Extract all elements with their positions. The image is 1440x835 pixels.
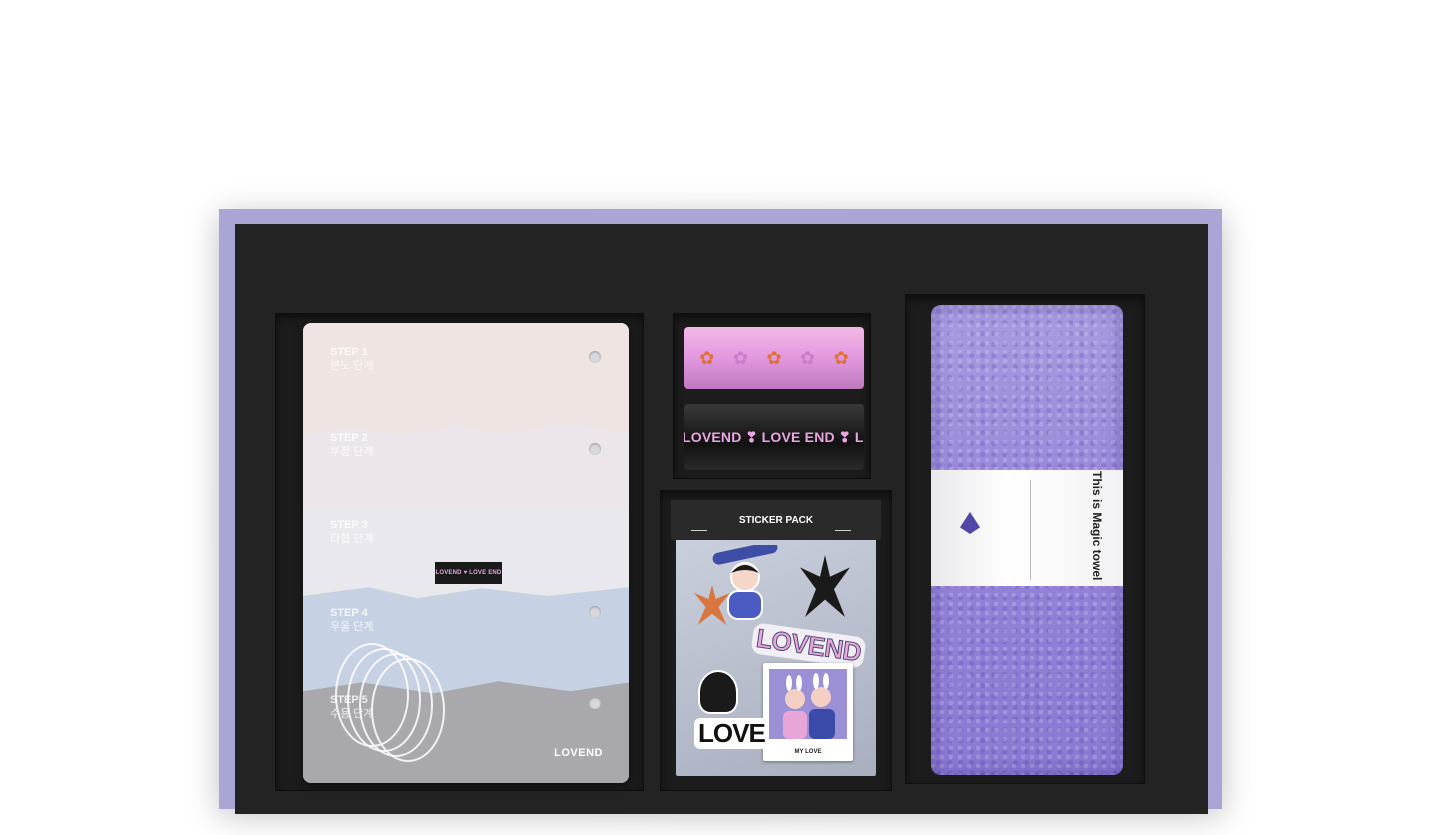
step-2-label: STEP 2 부정 단계 [330, 432, 374, 458]
step-1-label: STEP 1 분노 단계 [330, 346, 374, 372]
polaroid-sticker: MY LOVE [763, 663, 853, 761]
step-4-label: STEP 4 우울 단계 [330, 607, 374, 633]
binder-ring [371, 658, 445, 762]
flower-icon: ✿ [732, 348, 748, 368]
pink-masking-tape: ✿ ✿ ✿ ✿ ✿ [684, 327, 864, 389]
flower-icon: ✿ [833, 348, 849, 368]
binder-hole [589, 606, 601, 618]
towel-band-text: This is Magic towel [1090, 471, 1104, 581]
step-3-label: STEP 3 타협 단계 [330, 519, 374, 545]
couple-photo [769, 669, 847, 739]
flower-icon: ✿ [766, 348, 782, 368]
workbook-brand: LOVEND [554, 747, 603, 759]
flower-icon: ✿ [699, 348, 715, 368]
binder-hole [589, 697, 601, 709]
sticker-pack-header: STICKER PACK [671, 500, 881, 540]
binder-hole [589, 351, 601, 363]
couple-illustration [783, 673, 835, 739]
step-band-1 [303, 323, 629, 433]
binder-hole [589, 443, 601, 455]
polaroid-caption: MY LOVE [794, 749, 822, 755]
heart-lock-sticker [698, 670, 738, 714]
band-divider [1030, 480, 1031, 580]
workbook-band-label: LOVEND ♥ LOVE END [435, 562, 502, 584]
black-masking-tape: LOVEND ❣ LOVE END ❣ LOVEND [684, 404, 864, 470]
flower-icon: ✿ [800, 348, 816, 368]
character-sticker [712, 545, 778, 620]
workbook: STEP 1 분노 단계 STEP 2 부정 단계 STEP 3 타협 단계 STEP… [303, 323, 629, 783]
tape-text: LOVEND ❣ LOVE END ❣ LOVEND [684, 428, 864, 445]
love-sticker: LOVE [694, 718, 769, 749]
